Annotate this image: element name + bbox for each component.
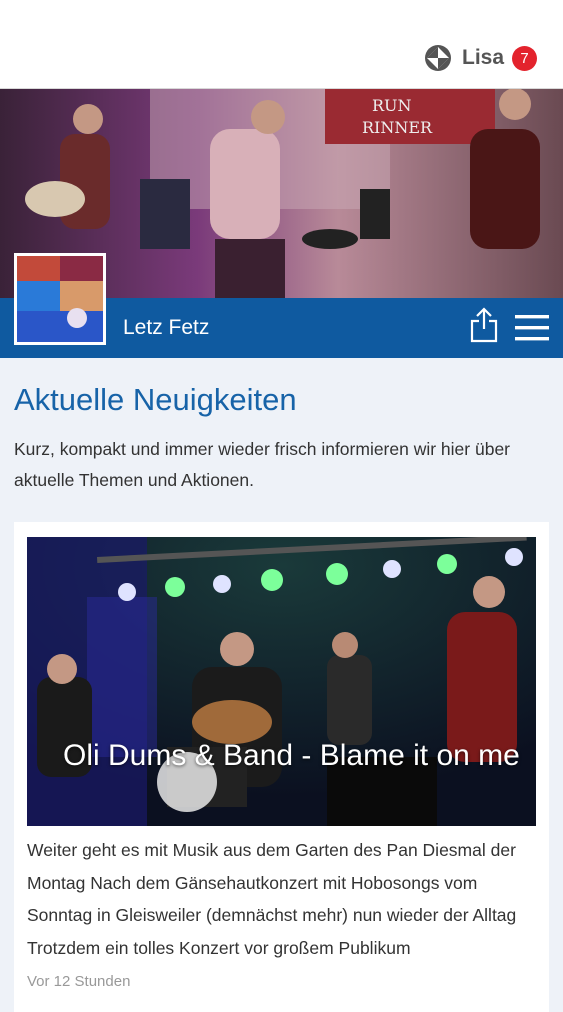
page-thumbnail[interactable]: [14, 253, 106, 345]
news-card-text: Weiter geht es mit Musik aus dem Garten …: [27, 840, 517, 958]
news-card-image[interactable]: Oli Dums & Band - Blame it on me: [27, 537, 536, 826]
page-name[interactable]: Letz Fetz: [123, 313, 209, 343]
share-icon[interactable]: [468, 307, 500, 343]
svg-text:RUN: RUN: [372, 96, 412, 115]
tile-logo-icon[interactable]: [424, 44, 452, 72]
user-name[interactable]: Lisa: [462, 44, 504, 72]
notification-badge[interactable]: 7: [512, 46, 537, 71]
section-title: Aktuelle Neuigkeiten: [14, 382, 297, 417]
section-intro: Kurz, kompakt und immer wieder frisch in…: [14, 439, 510, 490]
news-card-timestamp: Vor 12 Stunden: [27, 973, 131, 990]
news-card-title[interactable]: Oli Dums & Band - Blame it on me: [63, 737, 523, 775]
top-bar: Lisa 7: [0, 0, 563, 89]
svg-text:RINNER: RINNER: [362, 118, 433, 137]
news-card[interactable]: Oli Dums & Band - Blame it on me Weiter …: [14, 522, 549, 1012]
hamburger-menu-icon[interactable]: [514, 313, 550, 343]
